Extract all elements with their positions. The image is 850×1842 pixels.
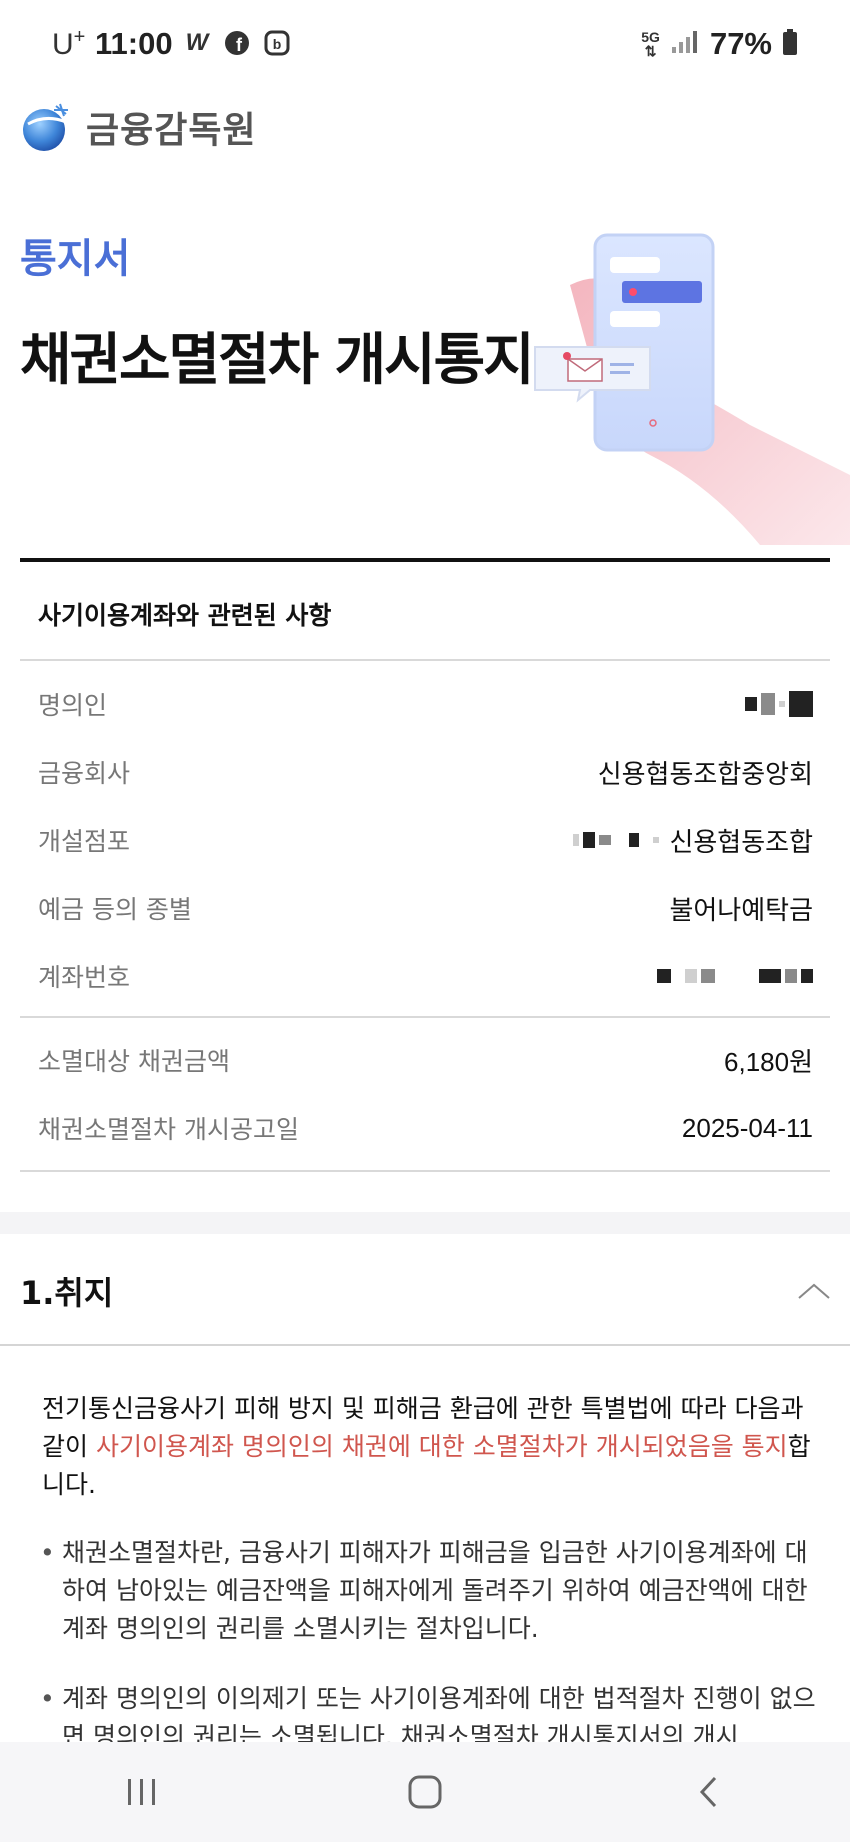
notice-type-label: 통지서 bbox=[20, 236, 131, 282]
page-title: 채권소멸절차 개시통지 bbox=[20, 328, 535, 393]
battery-percent: 77% bbox=[709, 26, 772, 61]
info-value: 신용협동조합 bbox=[669, 826, 813, 857]
system-nav-bar bbox=[0, 1742, 850, 1842]
phone-hand-illustration bbox=[534, 233, 850, 545]
list-item-text: 채권소멸절차란, 금융사기 피해자가 피해금을 입금한 사기이용계좌에 대하여 … bbox=[62, 1538, 808, 1643]
back-button[interactable] bbox=[678, 1762, 738, 1822]
info-row-holder: 명의인 bbox=[38, 684, 813, 724]
accordion-title[interactable]: 1.취지 bbox=[20, 1268, 113, 1314]
info-row-deposit-type: 예금 등의 종별 불어나예탁금 bbox=[38, 888, 813, 928]
divider bbox=[20, 659, 830, 661]
info-value: 6,180원 bbox=[724, 1046, 813, 1077]
system-indicators: 5G ⇅ 77% bbox=[641, 26, 798, 62]
clock: 11:00 bbox=[95, 26, 173, 61]
info-label: 개설점포 bbox=[38, 827, 131, 856]
masked-account-number bbox=[657, 969, 813, 983]
info-value: 불어나예탁금 bbox=[669, 894, 813, 925]
info-label: 채권소멸절차 개시공고일 bbox=[38, 1115, 299, 1144]
home-button[interactable] bbox=[395, 1762, 455, 1822]
purpose-highlight: 사기이용계좌 명의인의 채권에 대한 소멸절차가 개시되었음을 통지 bbox=[95, 1432, 788, 1461]
info-label: 금융회사 bbox=[38, 759, 131, 788]
divider bbox=[20, 1170, 830, 1172]
info-row-branch: 개설점포 신용협동조합 bbox=[38, 820, 813, 860]
fss-logo[interactable]: 금융감독원 bbox=[20, 100, 257, 154]
info-label: 명의인 bbox=[38, 691, 108, 720]
signal-icon bbox=[670, 29, 700, 59]
w-icon: W bbox=[185, 29, 209, 56]
info-row-notice-date: 채권소멸절차 개시공고일 2025-04-11 bbox=[38, 1108, 813, 1148]
section-separator bbox=[0, 1212, 850, 1234]
recent-apps-button[interactable] bbox=[112, 1762, 172, 1822]
svg-text:f: f bbox=[236, 35, 243, 55]
carrier-label: U+ bbox=[52, 26, 86, 61]
facebook-icon: f bbox=[222, 28, 252, 58]
fss-emblem-icon bbox=[23, 103, 68, 151]
masked-holder-name bbox=[745, 691, 813, 717]
bullet-icon: • bbox=[40, 1538, 55, 1567]
chevron-up-icon[interactable] bbox=[797, 1282, 831, 1300]
list-item-text: 계좌 명의인의 이의제기 또는 사기이용계좌에 대한 법적절차 진행이 없으면 … bbox=[62, 1684, 816, 1742]
info-row-company: 금융회사 신용협동조합중앙회 bbox=[38, 752, 813, 792]
info-row-claim-amount: 소멸대상 채권금액 6,180원 bbox=[38, 1040, 813, 1080]
info-label: 소멸대상 채권금액 bbox=[38, 1047, 230, 1076]
band-icon: b bbox=[262, 28, 292, 58]
battery-icon bbox=[782, 28, 798, 60]
list-item: • 계좌 명의인의 이의제기 또는 사기이용계좌에 대한 법적절차 진행이 없으… bbox=[40, 1680, 820, 1742]
bullet-icon: • bbox=[40, 1684, 55, 1713]
purpose-text: 전기통신금융사기 피해 방지 및 피해금 환급에 관한 특별법에 따라 다음과 … bbox=[42, 1390, 812, 1504]
notification-icons: W f b bbox=[182, 28, 292, 58]
info-label: 예금 등의 종별 bbox=[38, 895, 192, 924]
svg-text:b: b bbox=[273, 36, 282, 52]
info-label: 계좌번호 bbox=[38, 963, 131, 992]
section-heading: 사기이용계좌와 관련된 사항 bbox=[38, 601, 332, 630]
list-item: • 채권소멸절차란, 금융사기 피해자가 피해금을 입금한 사기이용계좌에 대하… bbox=[40, 1534, 820, 1648]
top-divider bbox=[20, 558, 830, 562]
info-value: 2025-04-11 bbox=[681, 1112, 813, 1143]
status-bar: U+ 11:00 W f b 5G ⇅ 77% bbox=[0, 0, 850, 90]
divider bbox=[20, 1016, 830, 1018]
org-name: 금융감독원 bbox=[86, 110, 257, 151]
masked-branch-name bbox=[573, 832, 660, 848]
network-type-icon: 5G ⇅ bbox=[641, 29, 660, 59]
info-row-account-number: 계좌번호 bbox=[38, 956, 813, 996]
info-value: 신용협동조합중앙회 bbox=[597, 758, 813, 789]
accordion-divider bbox=[0, 1344, 850, 1346]
